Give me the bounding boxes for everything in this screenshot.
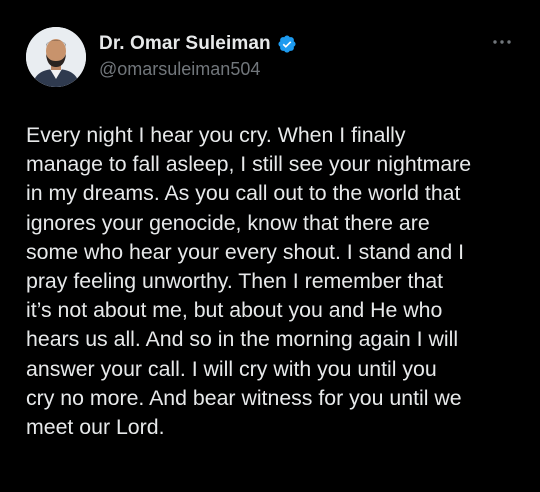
avatar-photo: [26, 27, 86, 87]
verified-badge-icon: [277, 34, 297, 54]
tweet-text-line: cry no more. And bear witness for you un…: [26, 385, 462, 410]
tweet-text-line: pray feeling unworthy. Then I remember t…: [26, 269, 444, 294]
author-handle[interactable]: @omarsuleiman504: [99, 59, 260, 80]
more-options-icon: [493, 40, 511, 44]
more-options-button[interactable]: [490, 34, 514, 50]
tweet-card: Dr. Omar Suleiman @omarsuleiman504 Every…: [0, 0, 540, 492]
tweet-text: Every night I hear you cry. When I final…: [26, 121, 526, 442]
tweet-text-line: it’s not about me, but about you and He …: [26, 298, 443, 323]
author-display-name[interactable]: Dr. Omar Suleiman: [99, 33, 271, 55]
tweet-text-line: manage to fall asleep, I still see your …: [26, 152, 472, 177]
author-name-row: Dr. Omar Suleiman: [99, 32, 297, 56]
tweet-text-line: in my dreams. As you call out to the wor…: [26, 181, 461, 206]
tweet-text-line: Every night I hear you cry. When I final…: [26, 123, 406, 147]
tweet-text-line: hears us all. And so in the morning agai…: [26, 327, 459, 352]
tweet-text-line: answer your call. I will cry with you un…: [26, 356, 437, 381]
tweet-text-line: some who hear your every shout. I stand …: [26, 239, 465, 264]
tweet-text-line: ignores your genocide, know that there a…: [26, 210, 430, 235]
avatar[interactable]: [26, 27, 86, 87]
tweet-text-line: meet our Lord.: [26, 415, 165, 440]
